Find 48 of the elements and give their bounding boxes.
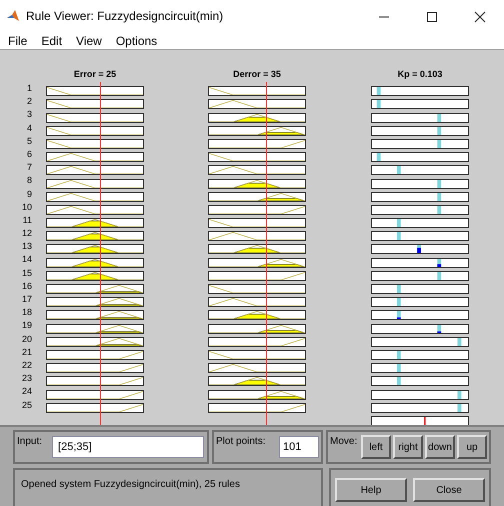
rule-number: 6 [26, 148, 33, 159]
window-title: Rule Viewer: Fuzzydesigncircuit(min) [26, 8, 224, 25]
rule-number: 16 [20, 280, 33, 291]
rule-number: 1 [26, 83, 33, 93]
menu-item[interactable]: File [8, 32, 28, 50]
move-button[interactable]: up [457, 435, 487, 459]
rule-number: 8 [26, 175, 33, 186]
rule-number: 12 [20, 228, 33, 238]
rule-number: 13 [20, 241, 33, 252]
rule-number: 11 [22, 214, 33, 225]
menu-item[interactable]: View [76, 32, 102, 50]
rule-number: 19 [20, 320, 33, 330]
maximize-icon[interactable] [426, 11, 438, 23]
variable-title: Derror = 35 [232, 68, 282, 80]
rule-number: 9 [26, 188, 33, 198]
rule-number: 20 [20, 334, 33, 344]
rule-number: 22 [20, 360, 33, 370]
app-logo-icon [6, 9, 20, 23]
plot-points-label: Plot points: [216, 435, 266, 449]
rule-number: 7 [26, 162, 33, 172]
rule-number: 2 [26, 96, 33, 106]
dialog-button[interactable]: Close [413, 478, 485, 502]
move-button[interactable]: right [393, 435, 423, 459]
menu-item[interactable]: Options [116, 32, 158, 50]
rule-number: 21 [20, 346, 33, 357]
rule-number: 4 [26, 122, 33, 133]
variable-title: Error = 25 [72, 68, 118, 80]
rule-number: 10 [20, 202, 33, 212]
rule-number: 15 [20, 268, 33, 278]
rule-number: 5 [26, 136, 33, 146]
dialog-button[interactable]: Help [335, 478, 407, 502]
plot-points-field[interactable]: 101 [279, 436, 319, 458]
menu-item[interactable]: Edit [41, 32, 62, 50]
status-message: Opened system Fuzzydesigncircuit(min), 25 rules [21, 479, 240, 490]
move-button[interactable]: down [425, 435, 455, 459]
rule-number: 24 [20, 386, 33, 396]
rule-number: 3 [26, 109, 33, 120]
rule-number: 25 [20, 400, 33, 410]
rule-number: 18 [20, 307, 33, 318]
rule-number: 14 [20, 254, 33, 264]
rule-number: 17 [20, 294, 33, 304]
variable-title: Kp = 0.103 [396, 68, 444, 80]
close-icon[interactable] [474, 11, 486, 23]
input-field[interactable]: [25;35] [52, 436, 204, 458]
move-button[interactable]: left [361, 435, 391, 459]
input-label: Input: [17, 435, 42, 449]
move-label: Move: [330, 435, 358, 449]
rule-number: 23 [20, 373, 33, 384]
